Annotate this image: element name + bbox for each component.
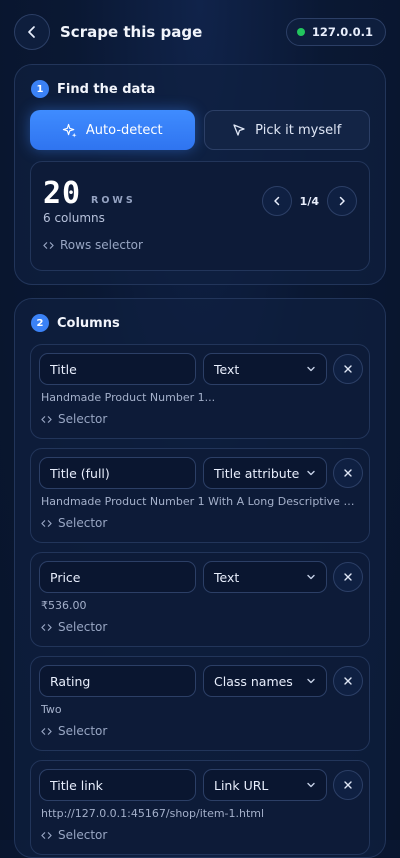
pick-myself-label: Pick it myself — [255, 122, 342, 138]
chevron-left-icon — [28, 26, 35, 38]
remove-column-button[interactable] — [333, 458, 363, 488]
chevron-down-icon — [307, 470, 315, 476]
remove-column-button[interactable] — [333, 354, 363, 384]
rows-unit-label: ROWS — [91, 195, 136, 206]
rows-selector-label: Rows selector — [60, 238, 143, 252]
column-selector-label: Selector — [58, 620, 108, 634]
cursor-pointer-icon — [233, 124, 245, 136]
code-icon — [41, 415, 52, 423]
column-value-preview: ₹536.00 — [41, 599, 87, 612]
rows-selector-link[interactable]: Rows selector — [43, 238, 143, 252]
chevron-down-icon — [307, 574, 315, 580]
section-heading-columns: 2 Columns — [31, 314, 120, 332]
code-icon — [43, 241, 54, 249]
column-value-preview: Handmade Product Number 1... — [41, 391, 216, 404]
column-selector-link[interactable]: Selector — [41, 412, 107, 426]
status-dot-icon — [296, 28, 305, 36]
column-name-input[interactable] — [39, 457, 196, 489]
column-selector-link[interactable]: Selector — [41, 724, 107, 738]
close-icon — [344, 469, 352, 477]
rows-summary-panel: 20 ROWS 6 columns Rows selector 1/4 — [30, 161, 370, 271]
step-number-badge: 2 — [31, 314, 49, 332]
sparkle-icon — [62, 123, 77, 138]
column-value-preview: Two — [41, 703, 62, 716]
column-name-input[interactable] — [39, 561, 196, 593]
close-icon — [344, 365, 352, 373]
column-type-value: Title attribute — [214, 465, 300, 481]
remove-column-button[interactable] — [333, 770, 363, 800]
previous-match-button[interactable] — [261, 186, 292, 216]
find-data-section: 1 Find the data Auto-detect Pick it myse… — [14, 64, 386, 285]
column-type-select[interactable]: Text — [203, 353, 327, 385]
column-type-value: Class names — [214, 673, 293, 689]
page-title: Scrape this page — [60, 23, 203, 41]
column-type-value: Text — [214, 361, 240, 377]
column-value-preview: http://127.0.0.1:45167/shop/item-1.html — [41, 807, 265, 820]
remove-column-button[interactable] — [333, 562, 363, 592]
columns-count-text: 6 columns — [43, 211, 105, 225]
section-title: Columns — [57, 315, 120, 331]
columns-section: 2 Columns Text Handmade Product Number 1… — [14, 298, 386, 858]
column-name-input[interactable] — [39, 665, 196, 697]
column-card: Class names Two Selector — [30, 656, 370, 751]
auto-detect-button[interactable]: Auto-detect — [30, 110, 195, 150]
chevron-down-icon — [307, 782, 315, 788]
server-status-badge: 127.0.0.1 — [285, 18, 386, 46]
section-title: Find the data — [57, 81, 156, 97]
column-card: Text Handmade Product Number 1... Select… — [30, 344, 370, 439]
code-icon — [41, 831, 52, 839]
column-type-select[interactable]: Class names — [203, 665, 327, 697]
chevron-left-icon — [273, 196, 279, 206]
column-type-select[interactable]: Title attribute — [203, 457, 327, 489]
rows-count: 20 — [43, 176, 82, 211]
close-icon — [344, 677, 352, 685]
column-type-value: Link URL — [214, 777, 269, 793]
pick-myself-button[interactable]: Pick it myself — [203, 110, 370, 150]
chevron-right-icon — [339, 196, 345, 206]
detection-mode-toggle: Auto-detect Pick it myself — [30, 110, 370, 150]
chevron-down-icon — [307, 678, 315, 684]
code-icon — [41, 519, 52, 527]
column-selector-link[interactable]: Selector — [41, 516, 107, 530]
auto-detect-label: Auto-detect — [85, 122, 163, 138]
back-button[interactable] — [14, 14, 50, 50]
column-card: Title attribute Handmade Product Number … — [30, 448, 370, 543]
column-name-input[interactable] — [39, 353, 196, 385]
match-pager: 1/4 — [261, 186, 357, 216]
column-selector-link[interactable]: Selector — [41, 620, 107, 634]
server-address: 127.0.0.1 — [311, 25, 373, 39]
remove-column-button[interactable] — [333, 666, 363, 696]
column-type-select[interactable]: Text — [203, 561, 327, 593]
column-card: Link URL http://127.0.0.1:45167/shop/ite… — [30, 760, 370, 855]
chevron-down-icon — [307, 366, 315, 372]
column-value-preview: Handmade Product Number 1 With A Long De… — [41, 495, 357, 508]
code-icon — [41, 727, 52, 735]
next-match-button[interactable] — [327, 186, 357, 216]
column-card: Text ₹536.00 Selector — [30, 552, 370, 647]
column-selector-label: Selector — [58, 516, 108, 530]
step-number-badge: 1 — [31, 80, 49, 98]
column-name-input[interactable] — [39, 769, 196, 801]
close-icon — [344, 573, 352, 581]
column-selector-label: Selector — [58, 724, 108, 738]
close-icon — [344, 781, 352, 789]
code-icon — [41, 623, 52, 631]
section-heading-find: 1 Find the data — [31, 80, 155, 98]
column-type-select[interactable]: Link URL — [203, 769, 327, 801]
column-selector-label: Selector — [58, 412, 108, 426]
page-indicator: 1/4 — [299, 194, 319, 208]
column-type-value: Text — [214, 569, 240, 585]
header: Scrape this page 127.0.0.1 — [14, 14, 386, 50]
